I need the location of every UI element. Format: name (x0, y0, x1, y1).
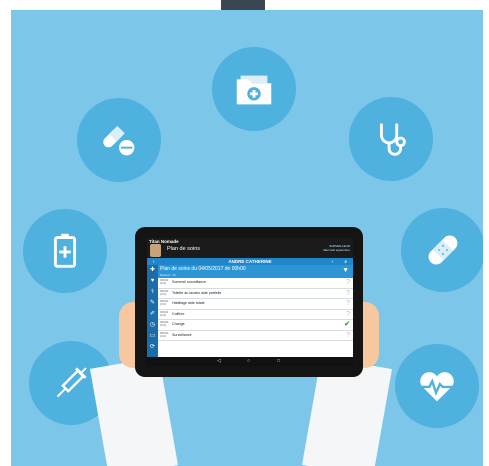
battery-bubble (23, 209, 107, 293)
pen-icon[interactable]: ✐ (147, 309, 158, 320)
bandage-bubble (401, 208, 483, 292)
tablet-device: Titan Nomade Plan de soins SURVEILLEUR M… (135, 227, 363, 377)
row-time: 00h00 (0.0) (160, 288, 169, 296)
top-bar (221, 0, 265, 10)
header-subinfo: Mercredi septembre (323, 248, 350, 252)
prev-patient-icon[interactable]: ‹ (153, 258, 155, 265)
folder-bubble (212, 47, 296, 131)
heart-icon[interactable]: ♥ (147, 276, 158, 287)
row-label: Toilette au lavabo aide partielle (172, 290, 222, 295)
row-label: Surveillance (172, 332, 192, 337)
status-unknown-icon[interactable]: ? (346, 310, 350, 319)
back-icon[interactable]: ◁ (217, 358, 221, 364)
tablet-screen: Titan Nomade Plan de soins SURVEILLEUR M… (147, 238, 353, 366)
bed-icon[interactable]: ▭ (147, 331, 158, 342)
avatar[interactable] (150, 244, 161, 257)
care-list: 00h00 (0.0) Sommeil surveillance ? 00h00… (158, 278, 353, 341)
plan-header: Plan de soins du 04/05/2017 de 00h00 Méd… (158, 265, 353, 278)
pill-icon[interactable]: ✎ (147, 298, 158, 309)
table-row[interactable]: 00h00 (0.0) Surveillance ? (158, 330, 353, 341)
plan-title: Plan de soins du 04/05/2017 de 00h00 (160, 266, 246, 272)
row-label: Coiffure (172, 311, 185, 316)
heart-rate-bubble (395, 344, 479, 428)
vitals-icon[interactable]: ⚕ (147, 287, 158, 298)
patient-bar: ‹ ANDRE CATHERINE › ⌕ (147, 258, 353, 265)
stethoscope-icon (379, 123, 406, 156)
medical-folder-icon (236, 75, 272, 105)
row-time: 00h00 (0.0) (160, 299, 169, 307)
android-nav-bar: ◁ ○ □ (147, 357, 353, 366)
bandage-icon (428, 235, 458, 265)
home-icon[interactable]: ○ (247, 358, 250, 364)
plan-subtitle: Médecin : Dr (160, 273, 176, 277)
status-unknown-icon[interactable]: ? (346, 278, 350, 287)
table-row[interactable]: 00h00 (0.0) Change ✔ (158, 320, 353, 331)
next-patient-icon[interactable]: › (332, 258, 334, 265)
stethoscope-bubble (349, 97, 433, 181)
row-label: Change (172, 322, 185, 326)
row-label: Habillage aide totale (172, 301, 205, 305)
illustration-scene: Titan Nomade Plan de soins SURVEILLEUR M… (11, 10, 483, 466)
status-unknown-icon[interactable]: ? (346, 299, 350, 308)
filter-icon[interactable]: ▼ (342, 267, 349, 274)
pills-icon (103, 125, 135, 156)
row-time: 00h00 (0.0) (160, 278, 169, 286)
app-header: Titan Nomade Plan de soins SURVEILLEUR M… (147, 238, 353, 258)
search-icon[interactable]: ⌕ (344, 258, 347, 265)
row-time: 00h00 (0.0) (160, 320, 169, 328)
battery-plus-icon (53, 233, 77, 268)
status-done-icon[interactable]: ✔ (344, 320, 350, 329)
row-label: Sommeil surveillance (172, 280, 206, 284)
section-title: Plan de soins (167, 246, 201, 252)
table-row[interactable]: 00h00 (0.0) Habillage aide totale ? (158, 299, 353, 310)
status-unknown-icon[interactable]: ? (346, 289, 350, 298)
header-info: SURVEILLEUR Mercredi septembre (323, 244, 350, 252)
patient-name: ANDRE CATHERINE (228, 259, 272, 264)
table-row[interactable]: 00h00 (0.0) Toilette au lavabo aide part… (158, 288, 353, 299)
content: ✚ ♥ ⚕ ✎ ✐ ◷ ▭ ⟳ Plan de soins du 04/05/2… (147, 265, 353, 366)
refresh-icon[interactable]: ⟳ (147, 342, 158, 353)
row-time: 00h00 (0.0) (160, 330, 169, 338)
add-icon[interactable]: ✚ (147, 265, 158, 276)
status-unknown-icon[interactable]: ? (346, 331, 350, 340)
table-row[interactable]: 00h00 (0.0) Sommeil surveillance ? (158, 278, 353, 289)
pills-bubble (77, 98, 161, 182)
recent-apps-icon[interactable]: □ (277, 358, 280, 364)
clock-icon[interactable]: ◷ (147, 320, 158, 331)
syringe-icon (56, 367, 87, 398)
table-row[interactable]: 00h00 (0.0) Coiffure ? (158, 309, 353, 320)
row-time: 00h00 (0.0) (160, 309, 169, 317)
side-menu: ✚ ♥ ⚕ ✎ ✐ ◷ ▭ ⟳ (147, 265, 158, 366)
heart-rate-icon (419, 372, 455, 402)
